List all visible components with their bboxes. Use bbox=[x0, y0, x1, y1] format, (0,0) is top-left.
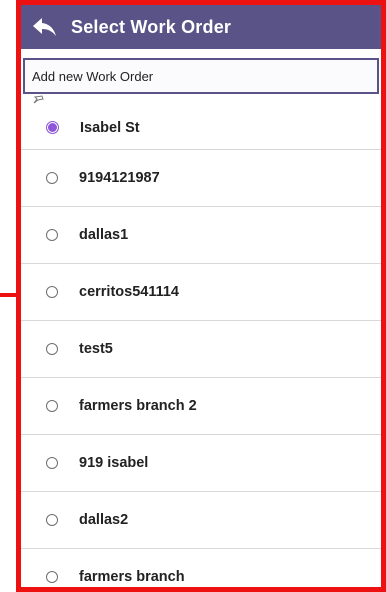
radio-icon[interactable] bbox=[46, 286, 58, 298]
page-title: Select Work Order bbox=[71, 16, 232, 37]
radio-selected-icon[interactable] bbox=[46, 121, 59, 134]
work-order-item[interactable]: 919 isabel bbox=[21, 435, 381, 492]
work-order-label: Isabel St bbox=[80, 119, 140, 136]
radio-icon[interactable] bbox=[46, 457, 58, 469]
work-order-label: dallas1 bbox=[79, 227, 129, 243]
radio-icon[interactable] bbox=[46, 571, 58, 583]
title-bar: Select Work Order bbox=[21, 5, 381, 49]
work-order-label: dallas2 bbox=[79, 512, 129, 528]
radio-icon[interactable] bbox=[46, 172, 58, 184]
radio-icon[interactable] bbox=[46, 229, 58, 241]
work-order-item[interactable]: 9194121987 bbox=[21, 150, 381, 207]
work-order-label: test5 bbox=[79, 341, 113, 357]
work-order-list: Isabel St 9194121987 dallas1 cerritos541114… bbox=[21, 106, 381, 587]
radio-icon[interactable] bbox=[46, 400, 58, 412]
work-order-label: cerritos541114 bbox=[79, 284, 179, 300]
work-order-item[interactable]: farmers branch bbox=[21, 549, 381, 587]
add-work-order-button[interactable]: Add new Work Order bbox=[23, 58, 379, 94]
work-order-label: farmers branch 2 bbox=[79, 398, 197, 414]
pin-icon bbox=[33, 95, 44, 104]
back-button[interactable] bbox=[29, 11, 61, 43]
radio-icon[interactable] bbox=[46, 514, 58, 526]
add-work-order-label: Add new Work Order bbox=[32, 68, 154, 84]
back-arrow-icon bbox=[33, 18, 56, 36]
work-order-item[interactable]: Isabel St bbox=[21, 106, 381, 150]
work-order-item[interactable]: dallas2 bbox=[21, 492, 381, 549]
callout-line bbox=[0, 293, 17, 297]
work-order-item[interactable]: farmers branch 2 bbox=[21, 378, 381, 435]
work-order-item[interactable]: cerritos541114 bbox=[21, 264, 381, 321]
pin-area bbox=[21, 94, 381, 106]
work-order-item[interactable]: dallas1 bbox=[21, 207, 381, 264]
work-order-label: farmers branch bbox=[79, 569, 185, 585]
highlight-frame: Select Work Order Add new Work Order Isa… bbox=[16, 0, 386, 592]
work-order-label: 919 isabel bbox=[79, 455, 149, 471]
radio-icon[interactable] bbox=[46, 343, 58, 355]
work-order-label: 9194121987 bbox=[79, 170, 160, 186]
work-order-item[interactable]: test5 bbox=[21, 321, 381, 378]
